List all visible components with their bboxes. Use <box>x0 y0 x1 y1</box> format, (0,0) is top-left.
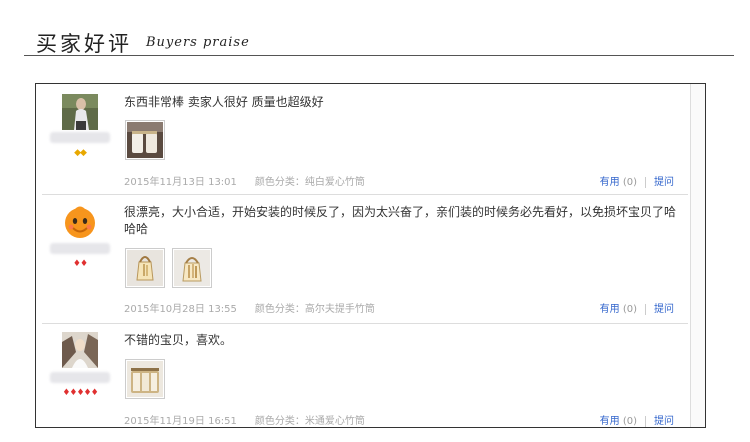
review-actions: 有用 (0) 提问 <box>600 300 674 315</box>
review-photos <box>125 120 165 160</box>
review-item: ♦♦♦♦♦ 不错的宝贝，喜欢。 2015年11月19日 16:51 颜色分类：米通… <box>36 324 688 427</box>
avatar[interactable] <box>62 332 98 368</box>
review-date: 2015年11月19日 16:51 <box>124 416 237 427</box>
review-text: 东西非常棒 卖家人很好 质量也超级好 <box>124 95 324 109</box>
buyer-rank-icon: ◆◆ <box>74 148 87 158</box>
review-date: 2015年10月28日 13:55 <box>124 304 237 315</box>
review-meta: 2015年10月28日 13:55 颜色分类：高尔夫提手竹筒 <box>124 300 375 315</box>
buyer-rank-icon: ♦♦♦♦♦ <box>62 388 98 398</box>
review-photos <box>125 248 212 288</box>
helpful-button[interactable]: 有用 (0) <box>600 416 637 427</box>
review-photo[interactable] <box>125 248 165 288</box>
review-photo[interactable] <box>125 359 165 399</box>
avatar[interactable] <box>62 94 98 130</box>
review-photo[interactable] <box>125 120 165 160</box>
user-name <box>50 372 110 383</box>
ask-button[interactable]: 提问 <box>654 177 674 188</box>
review-item: ◆◆ 东西非常棒 卖家人很好 质量也超级好 2015年11月13日 13:01 颜… <box>36 84 688 194</box>
section-title: 买家好评 <box>36 32 132 56</box>
divider <box>645 176 646 188</box>
section-header: 买家好评 Buyers praise <box>24 0 734 56</box>
buyer-rank-icon: ♦♦ <box>72 259 88 269</box>
review-text: 很漂亮，大小合适，开始安装的时候反了，因为太兴奋了，亲们装的时候务必先看好，以免… <box>124 205 677 236</box>
sku-info: 颜色分类：高尔夫提手竹筒 <box>254 304 375 315</box>
review-actions: 有用 (0) 提问 <box>600 173 674 188</box>
sku-info: 颜色分类：纯白爱心竹筒 <box>254 177 365 188</box>
review-meta: 2015年11月19日 16:51 颜色分类：米通爱心竹筒 <box>124 412 365 427</box>
review-photo[interactable] <box>172 248 212 288</box>
scrollbar[interactable] <box>690 84 705 427</box>
helpful-button[interactable]: 有用 (0) <box>600 304 637 315</box>
divider <box>645 415 646 427</box>
ask-button[interactable]: 提问 <box>654 304 674 315</box>
section-subtitle: Buyers praise <box>146 35 250 50</box>
review-actions: 有用 (0) 提问 <box>600 412 674 427</box>
review-meta: 2015年11月13日 13:01 颜色分类：纯白爱心竹筒 <box>124 173 365 188</box>
helpful-button[interactable]: 有用 (0) <box>600 177 637 188</box>
user-name <box>50 243 110 254</box>
review-item: ♦♦ 很漂亮，大小合适，开始安装的时候反了，因为太兴奋了，亲们装的时候务必先看好… <box>36 195 688 323</box>
ask-button[interactable]: 提问 <box>654 416 674 427</box>
avatar[interactable] <box>62 204 98 240</box>
review-date: 2015年11月13日 13:01 <box>124 177 237 188</box>
reviews-panel: ◆◆ 东西非常棒 卖家人很好 质量也超级好 2015年11月13日 13:01 颜… <box>35 83 706 428</box>
review-photos <box>125 359 165 399</box>
review-text: 不错的宝贝，喜欢。 <box>124 333 233 347</box>
sku-info: 颜色分类：米通爱心竹筒 <box>254 416 365 427</box>
user-name <box>50 132 110 143</box>
divider <box>645 303 646 315</box>
